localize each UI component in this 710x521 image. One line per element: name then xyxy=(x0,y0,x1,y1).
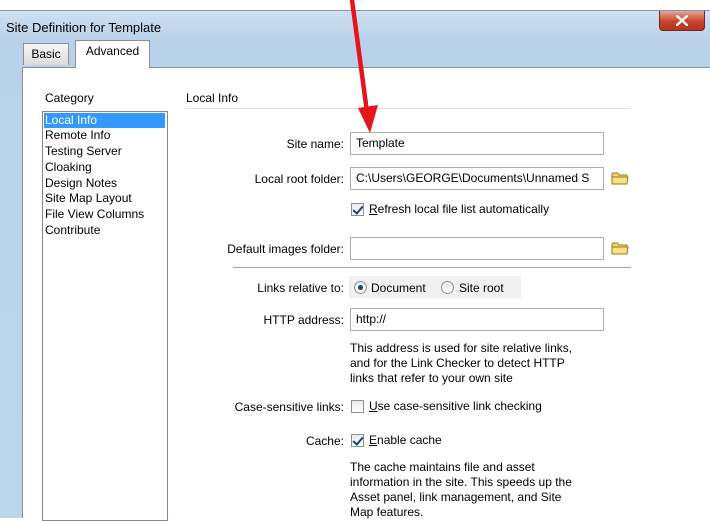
tab-advanced-label: Advanced xyxy=(85,44,140,58)
case-sensitive-accel: U xyxy=(369,399,378,413)
tab-basic-label: Basic xyxy=(31,47,61,61)
http-address-description-line-3: links that refer to your own site xyxy=(350,371,513,385)
tab-advanced[interactable]: Advanced xyxy=(75,40,150,68)
refresh-checkbox[interactable] xyxy=(351,203,364,216)
site-name-input[interactable]: Template xyxy=(350,132,604,155)
cache-option-rest: nable cache xyxy=(377,433,442,447)
radio-site-root[interactable] xyxy=(441,281,454,294)
case-sensitive-option-label[interactable]: Use case-sensitive link checking xyxy=(369,399,542,413)
http-address-description-line-1: This address is used for site relative l… xyxy=(350,341,573,355)
cache-description-line-2: information in the site. This speeds up … xyxy=(350,475,572,489)
local-root-input[interactable]: C:\Users\GEORGE\Documents\Unnamed S xyxy=(350,167,604,190)
cache-accel: E xyxy=(369,433,378,447)
http-address-input[interactable]: http:// xyxy=(350,308,604,331)
cache-option-label[interactable]: Enable cache xyxy=(369,433,442,447)
form-divider xyxy=(233,267,631,268)
case-sensitive-checkbox[interactable] xyxy=(351,400,364,413)
category-item-contribute[interactable]: Contribute xyxy=(44,223,165,238)
cache-checkbox[interactable] xyxy=(351,434,364,447)
cache-description-line-1: The cache maintains file and asset xyxy=(350,460,535,474)
category-heading: Category xyxy=(45,91,94,105)
http-address-description-line-2: and for the Link Checker to detect HTTP xyxy=(350,356,565,370)
refresh-accel: R xyxy=(369,202,378,216)
window-title: Site Definition for Template xyxy=(6,20,162,35)
category-item-testing-server[interactable]: Testing Server xyxy=(44,144,165,159)
local-root-label: Local root folder: xyxy=(254,172,344,186)
http-address-label: HTTP address: xyxy=(263,313,344,327)
default-images-input[interactable] xyxy=(350,237,604,260)
tab-basic[interactable]: Basic xyxy=(23,43,69,65)
case-sensitive-option-rest: se case-sensitive link checking xyxy=(377,399,542,413)
category-item-remote-info[interactable]: Remote Info xyxy=(44,128,165,143)
section-divider xyxy=(185,108,630,109)
links-relative-label: Links relative to: xyxy=(257,281,344,295)
close-button[interactable] xyxy=(659,11,705,31)
case-sensitive-label: Case-sensitive links: xyxy=(234,400,344,414)
folder-icon[interactable] xyxy=(611,171,629,185)
category-item-local-info[interactable]: Local Info xyxy=(44,113,165,128)
section-title: Local Info xyxy=(186,91,239,105)
site-name-label: Site name: xyxy=(286,137,344,151)
radio-document[interactable] xyxy=(354,281,367,294)
category-item-file-view-columns[interactable]: File View Columns xyxy=(44,207,165,222)
cache-description-line-4: Map features. xyxy=(350,505,424,519)
category-item-design-notes[interactable]: Design Notes xyxy=(44,176,165,191)
cache-description-line-3: Asset panel, link management, and Site xyxy=(350,490,562,504)
cache-label: Cache: xyxy=(305,434,344,448)
radio-document-label[interactable]: Document xyxy=(371,281,426,295)
refresh-label-rest: efresh local file list automatically xyxy=(377,202,550,216)
red-arrow-icon xyxy=(349,0,378,133)
default-images-label: Default images folder: xyxy=(227,242,344,256)
refresh-label[interactable]: Refresh local file list automatically xyxy=(369,202,549,216)
folder-icon[interactable] xyxy=(611,241,629,255)
radio-site-root-label[interactable]: Site root xyxy=(459,281,504,295)
close-icon xyxy=(676,15,688,26)
category-item-cloaking[interactable]: Cloaking xyxy=(44,160,165,175)
category-item-site-map-layout[interactable]: Site Map Layout xyxy=(44,191,165,206)
